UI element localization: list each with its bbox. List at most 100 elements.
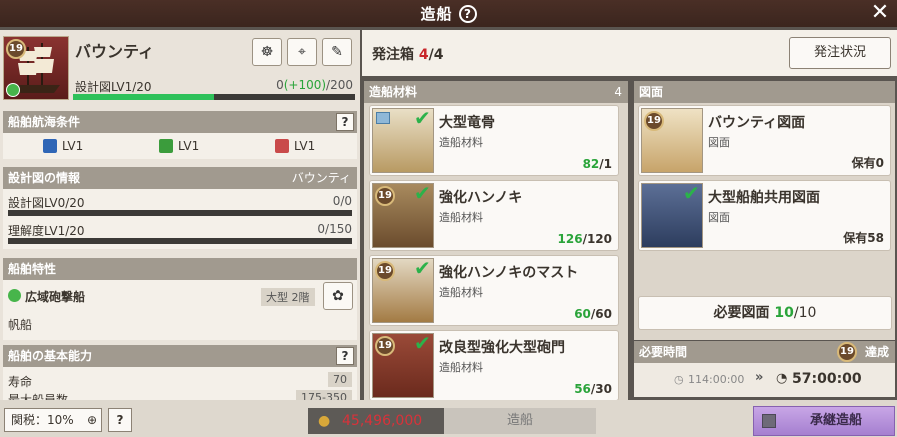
design-value: 0	[276, 78, 284, 92]
condition-label: LV1	[62, 139, 84, 153]
close-icon[interactable]: ✕	[869, 2, 891, 24]
ship-name: バウンティ	[75, 42, 155, 61]
material-level-badge: 19	[375, 186, 395, 206]
ability-label: 最大船員数	[8, 393, 69, 400]
ability-label: 寿命	[8, 375, 33, 389]
blueprint-card[interactable]: ✔ 大型船舶共用図面 図面 保有58	[638, 180, 891, 251]
inherit-build-label: 承継造船	[810, 413, 863, 428]
conditions-title: 船舶航海条件	[8, 115, 81, 129]
blueprint-level-bar	[8, 210, 352, 216]
materials-header: 造船材料 4	[364, 81, 628, 103]
traits-title: 船舶特性	[8, 262, 57, 276]
window-title: 造船	[420, 5, 453, 23]
tax-help-button[interactable]: ?	[108, 408, 132, 432]
time-title: 必要時間	[639, 345, 688, 359]
material-card[interactable]: 19 ✔ 強化ハンノキのマスト 造船材料 60/60	[369, 255, 619, 326]
abilities-body: 寿命 70 最大船員数 175-350	[3, 367, 357, 400]
blueprints-title: 図面	[639, 85, 664, 99]
design-progress-bar	[73, 94, 355, 100]
ability-value: 70	[328, 372, 352, 387]
condition-label: LV1	[178, 139, 200, 153]
material-have: 56	[574, 382, 591, 396]
material-need: /30	[590, 382, 612, 396]
conditions-header: 船舶航海条件 ?	[3, 111, 357, 133]
material-need: /1	[599, 157, 612, 171]
materials-title: 造船材料	[369, 85, 418, 99]
material-level-badge: 19	[375, 261, 395, 281]
build-button[interactable]: 造船	[444, 408, 596, 434]
blueprint-owned: 保有58	[843, 231, 884, 245]
traits-header: 船舶特性	[3, 258, 357, 280]
order-status-button[interactable]: 発注状況	[789, 37, 891, 69]
blueprint-kind: 図面	[708, 211, 730, 224]
material-need: /120	[582, 232, 612, 246]
blueprint-icon[interactable]: ✎	[322, 38, 352, 66]
material-level-badge: 19	[375, 336, 395, 356]
material-name: 大型竜骨	[439, 115, 495, 131]
condition-combat: LV1	[275, 139, 315, 153]
blueprint-info-name: バウンティ	[291, 171, 351, 185]
tax-value: 関税：10%	[11, 413, 74, 427]
required-blueprints-max: /10	[793, 305, 817, 321]
blueprint-thumbnail: 19	[641, 108, 703, 173]
material-card[interactable]: ✔ 大型竜骨 造船材料 82/1	[369, 105, 619, 176]
coin-icon: ●	[318, 413, 331, 429]
blueprint-kind: 図面	[708, 136, 730, 149]
traits-body: 広域砲撃船 大型 2階 ✿ 帆船	[3, 280, 357, 340]
blueprint-info-header: 設計図の情報 バウンティ	[3, 167, 357, 189]
trait-name: 広域砲撃船	[25, 290, 86, 304]
material-name: 改良型強化大型砲門	[439, 340, 565, 356]
blueprint-info-body: 設計図LV0/20 0/0 理解度LV1/20 0/150	[3, 189, 357, 249]
material-kind: 造船材料	[439, 136, 483, 149]
material-need: /60	[590, 307, 612, 321]
bottom-bar: 関税：10% ⊕ ? ● 45,496,000 造船 承継造船	[0, 400, 897, 437]
check-icon: ✔	[414, 256, 431, 280]
material-have: 60	[574, 307, 591, 321]
condition-navigation: LV1	[43, 139, 83, 153]
cannon-formation-icon[interactable]: ✿	[323, 282, 353, 310]
blueprint-name: 大型船舶共用図面	[708, 190, 820, 206]
conditions-help-button[interactable]: ?	[336, 113, 354, 131]
material-count: 126/120	[558, 232, 613, 246]
material-count: 82/1	[583, 157, 612, 171]
inherit-build-button[interactable]: 承継造船	[753, 406, 895, 436]
material-name: 強化ハンノキのマスト	[439, 265, 579, 281]
combat-icon	[275, 139, 289, 153]
location-pin-icon[interactable]: ⌖	[287, 38, 317, 66]
check-icon: ✔	[414, 181, 431, 205]
navigation-icon	[43, 139, 57, 153]
question-icon[interactable]: ?	[458, 4, 477, 23]
captain-icon[interactable]: ☸	[252, 38, 282, 66]
price-display: ● 45,496,000	[308, 408, 444, 434]
inherit-checkbox[interactable]	[762, 414, 776, 428]
condition-trade: LV1	[159, 139, 199, 153]
check-icon: ✔	[414, 331, 431, 355]
material-name: 強化ハンノキ	[439, 190, 523, 206]
design-plus: (+100)	[283, 78, 327, 92]
design-max: /200	[326, 78, 353, 92]
material-card[interactable]: 19 ✔ 強化ハンノキ 造船材料 126/120	[369, 180, 619, 251]
ability-value: 175-350	[296, 390, 352, 400]
required-blueprints: 必要図面 10/10	[638, 296, 892, 330]
abilities-title: 船舶の基本能力	[8, 349, 93, 363]
required-blueprints-have: 10	[774, 305, 794, 321]
clock-icon: ◷	[674, 373, 684, 386]
original-time: 114:00:00	[688, 373, 745, 386]
time-body: ◷ 114:00:00 » ◔ 57:00:00	[634, 363, 895, 397]
tax-indicator[interactable]: 関税：10% ⊕	[4, 408, 102, 432]
blueprint-card[interactable]: 19 バウンティ図面 図面 保有0	[638, 105, 891, 176]
order-box-label: 発注箱 4/4	[372, 44, 443, 64]
blueprint-level-label: 設計図LV0/20	[8, 196, 85, 210]
conditions-body: LV1 LV1 LV1	[3, 133, 357, 159]
abilities-help-button[interactable]: ?	[336, 347, 354, 365]
understanding-level-label: 理解度LV1/20	[8, 224, 85, 238]
ship-info-panel: 19 バウンティ ☸ ⌖ ✎ 設計図LV1/20 0(+100)/200 船舶航…	[0, 30, 360, 400]
material-count: 60/60	[574, 307, 612, 321]
material-card[interactable]: 19 ✔ 改良型強化大型砲門 造船材料 56/30	[369, 330, 619, 400]
trait-icon	[6, 83, 20, 97]
materials-list[interactable]: ✔ 大型竜骨 造船材料 82/1 19 ✔ 強化ハンノキ 造船材料 126/12…	[364, 103, 628, 400]
stopwatch-icon: ◔	[776, 371, 788, 386]
design-level-label: 設計図LV1/20	[75, 80, 152, 94]
price-value: 45,496,000	[342, 413, 423, 429]
trade-icon	[159, 139, 173, 153]
